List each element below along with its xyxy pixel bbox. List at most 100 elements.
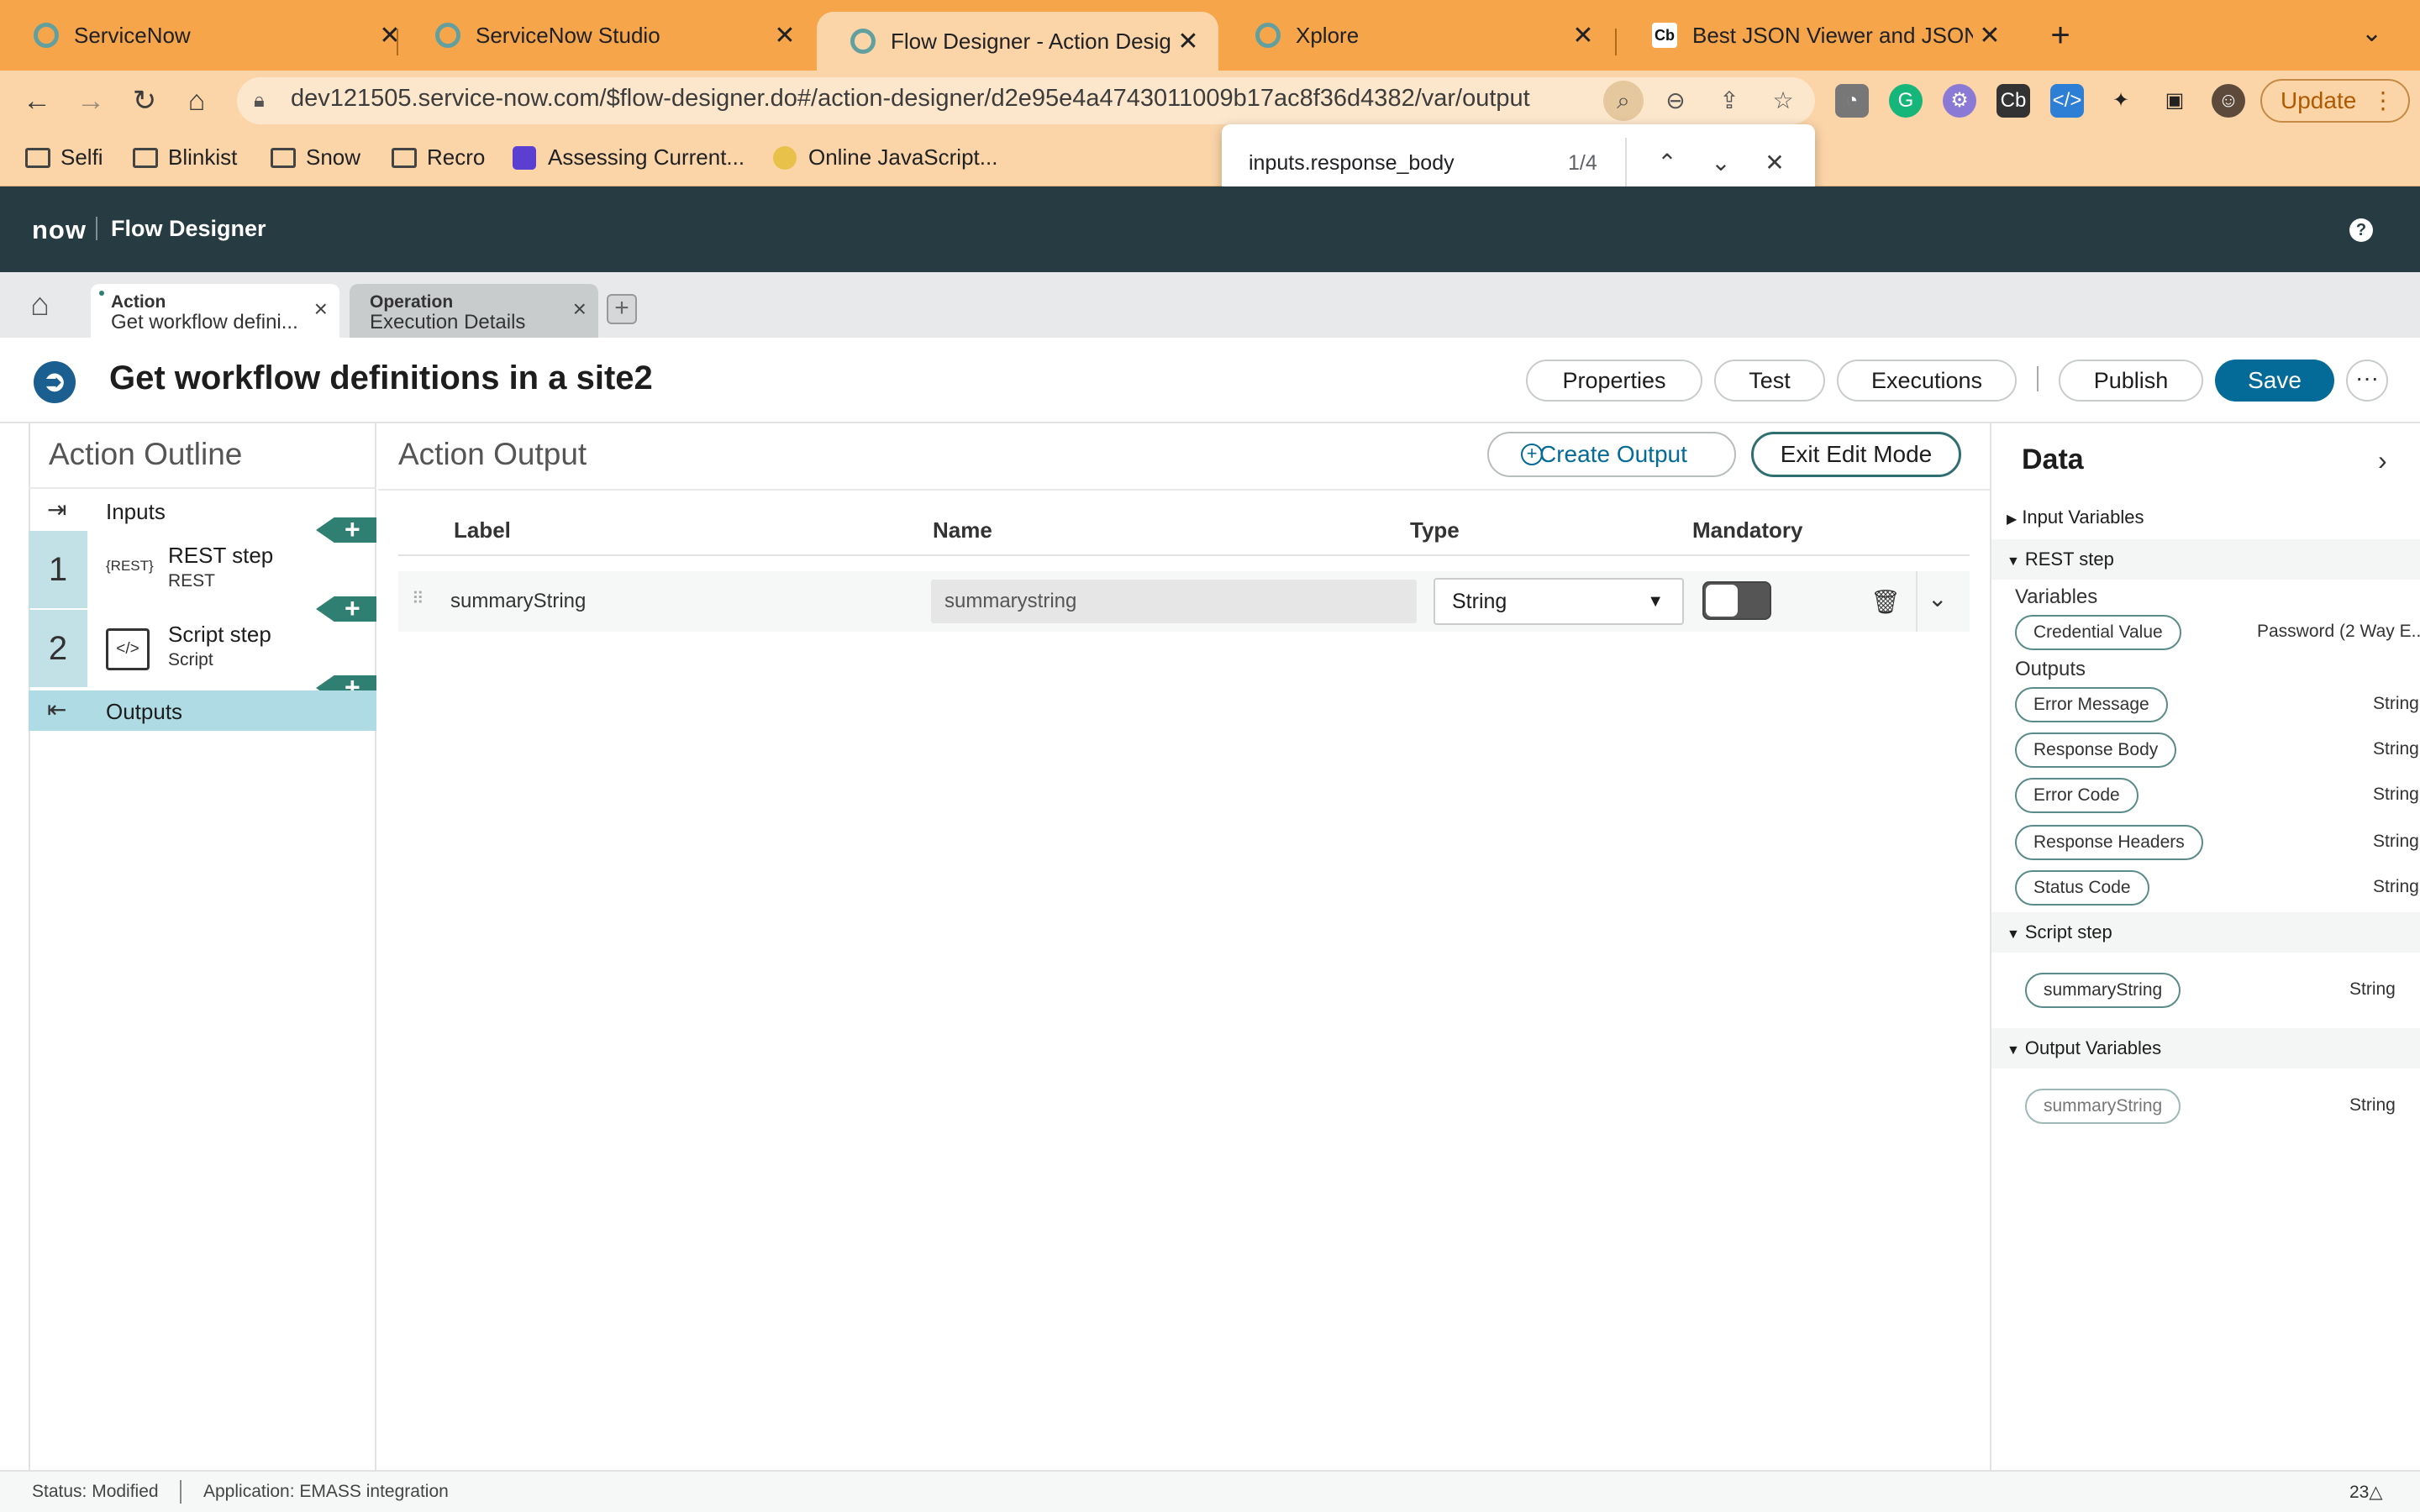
bookmark-label: Blinkist <box>168 144 238 170</box>
site-icon <box>773 145 797 170</box>
reload-icon[interactable]: ↻ <box>124 81 165 121</box>
chevron-right-icon[interactable]: › <box>2378 445 2387 476</box>
bookmark-assessing-current[interactable]: Assessing Current... <box>513 144 744 171</box>
section-label: Script step <box>2024 921 2112 942</box>
data-pill-summary-string[interactable]: summaryString <box>2025 973 2181 1008</box>
browser-tab-servicenow[interactable]: ServiceNow ✕ <box>0 0 420 71</box>
data-pill-error-message[interactable]: Error Message <box>2015 687 2168 722</box>
dev-tools-extension-icon[interactable]: </> <box>2050 84 2084 118</box>
find-previous-chevron-up-icon[interactable]: ⌃ <box>1650 146 1684 180</box>
step-number: 1 <box>29 531 87 608</box>
close-tab-icon[interactable]: × <box>573 296 587 323</box>
close-tab-icon[interactable]: ✕ <box>768 21 802 50</box>
find-close-icon[interactable]: ✕ <box>1758 146 1791 180</box>
close-tab-icon[interactable]: ✕ <box>1566 21 1600 50</box>
grammarly-icon[interactable]: G <box>1889 84 1923 118</box>
home-icon[interactable]: ⌂ <box>30 287 50 323</box>
notification-count[interactable]: 23△ <box>2349 1482 2383 1503</box>
caret-down-icon: ▼ <box>1647 592 1664 611</box>
bookmark-star-icon[interactable]: ☆ <box>1763 81 1803 121</box>
codebeautify-favicon-icon: Cb <box>1652 23 1677 48</box>
find-next-chevron-down-icon[interactable]: ⌄ <box>1704 146 1738 180</box>
more-options-icon[interactable]: ··· <box>2346 360 2388 402</box>
close-tab-icon[interactable]: × <box>314 296 328 323</box>
section-script-step[interactable]: ▼ Script step <box>1991 912 2420 953</box>
chevron-down-icon[interactable]: ⌄ <box>1928 585 1947 612</box>
tab-action[interactable]: Action Get workflow defini... × <box>91 284 339 338</box>
step-number: 2 <box>29 610 87 687</box>
gear-extension-icon[interactable]: ⚙ <box>1943 84 1976 118</box>
bookmark-online-javascript[interactable]: Online JavaScript... <box>773 144 997 171</box>
outline-step-rest[interactable]: 1 {REST} REST step REST <box>29 531 376 608</box>
browser-update-button[interactable]: Update ⋮ <box>2260 79 2410 123</box>
status-divider <box>180 1480 182 1504</box>
bookmark-selfi[interactable]: Selfi <box>25 144 103 171</box>
test-button[interactable]: Test <box>1714 360 1825 402</box>
notification-count-value: 23 <box>2349 1483 2370 1502</box>
step-type: REST <box>168 571 216 591</box>
data-pill-output-summary-string[interactable]: summaryString <box>2025 1089 2181 1124</box>
section-rest-step[interactable]: ▼ REST step <box>1991 539 2420 580</box>
create-output-label: Create Output <box>1539 441 1687 467</box>
output-type-select[interactable]: String ▼ <box>1434 578 1684 625</box>
share-icon[interactable]: ⇪ <box>1709 81 1749 121</box>
save-button[interactable]: Save <box>2215 360 2334 402</box>
data-pill-error-code[interactable]: Error Code <box>2015 778 2139 813</box>
lock-icon[interactable]: 🔒︎ <box>254 89 265 113</box>
browser-tab-servicenow-studio[interactable]: ServiceNow Studio ✕ <box>402 0 815 71</box>
profile-avatar[interactable]: ☺ <box>2212 84 2245 118</box>
trash-icon[interactable]: 🗑︎ <box>1870 588 1901 616</box>
tab-search-chevron-icon[interactable]: ⌄ <box>2361 18 2382 48</box>
data-pill-response-headers[interactable]: Response Headers <box>2015 825 2203 860</box>
sign-in-icon: ⇥ <box>47 496 67 522</box>
site-icon <box>513 145 536 170</box>
back-arrow-icon[interactable]: ← <box>17 81 57 121</box>
extension-icon[interactable]: ◔ <box>1835 84 1869 118</box>
properties-button[interactable]: Properties <box>1526 360 1702 402</box>
close-tab-icon[interactable]: ✕ <box>1973 21 2007 50</box>
output-label-input[interactable]: summaryString <box>450 590 586 613</box>
create-output-button[interactable]: + Create Output <box>1487 432 1736 477</box>
extensions-puzzle-icon[interactable]: ✦ <box>2104 84 2138 118</box>
bookmark-snow[interactable]: Snow <box>271 144 360 171</box>
url-text[interactable]: dev121505.service-now.com/$flow-designer… <box>291 85 1593 113</box>
outputs-label: Outputs <box>2015 658 2086 680</box>
outline-step-script[interactable]: 2 </> Script step Script <box>29 610 376 687</box>
find-match-count: 1/4 <box>1568 151 1597 175</box>
section-label: REST step <box>2024 549 2114 570</box>
data-pill-response-body[interactable]: Response Body <box>2015 732 2177 768</box>
servicenow-favicon-icon <box>850 29 876 54</box>
executions-button[interactable]: Executions <box>1837 360 2017 402</box>
browser-tab-flow-designer[interactable]: Flow Designer - Action Designer ✕ <box>817 12 1218 71</box>
section-output-variables[interactable]: ▼ Output Variables <box>1991 1028 2420 1068</box>
codebeautify-extension-icon[interactable]: Cb <box>1996 84 2030 118</box>
home-icon[interactable]: ⌂ <box>176 81 217 121</box>
close-tab-icon[interactable]: ✕ <box>1171 27 1205 56</box>
bookmark-recro[interactable]: Recro <box>392 144 485 171</box>
data-pill-status-code[interactable]: Status Code <box>2015 870 2149 906</box>
add-tab-button[interactable]: + <box>607 294 637 324</box>
side-panel-icon[interactable]: ▣ <box>2158 84 2191 118</box>
tab-operation[interactable]: Operation Execution Details × <box>350 284 598 338</box>
outline-outputs[interactable]: ⇤ Outputs <box>29 690 376 731</box>
sign-out-icon: ⇤ <box>47 696 67 722</box>
publish-button[interactable]: Publish <box>2059 360 2203 402</box>
exit-edit-mode-button[interactable]: Exit Edit Mode <box>1751 432 1961 477</box>
variables-label: Variables <box>2015 585 2098 608</box>
browser-tab-json-viewer[interactable]: Cb Best JSON Viewer and JSON Beautifier … <box>1618 0 2020 71</box>
zoom-icon[interactable]: ⊖ <box>1655 81 1696 121</box>
find-input[interactable]: inputs.response_body <box>1249 151 1455 176</box>
unsaved-dot-icon <box>99 291 104 296</box>
data-pill-credential-value[interactable]: Credential Value <box>2015 615 2181 650</box>
new-tab-button[interactable]: + <box>2042 17 2079 54</box>
forward-arrow-icon[interactable]: → <box>71 81 111 121</box>
help-icon[interactable]: ? <box>2349 218 2373 242</box>
bookmark-blinkist[interactable]: Blinkist <box>133 144 237 171</box>
now-logo[interactable]: now <box>32 215 87 245</box>
mandatory-toggle[interactable] <box>1702 581 1771 620</box>
kebab-menu-icon[interactable]: ⋮ <box>2371 81 2395 121</box>
find-in-page-icon[interactable]: ⌕ <box>1603 81 1644 121</box>
section-input-variables[interactable]: ▶ Input Variables <box>1991 497 2420 538</box>
browser-tab-xplore[interactable]: Xplore ✕ <box>1222 0 1613 71</box>
drag-handle-icon[interactable]: ⠿ <box>412 588 424 609</box>
